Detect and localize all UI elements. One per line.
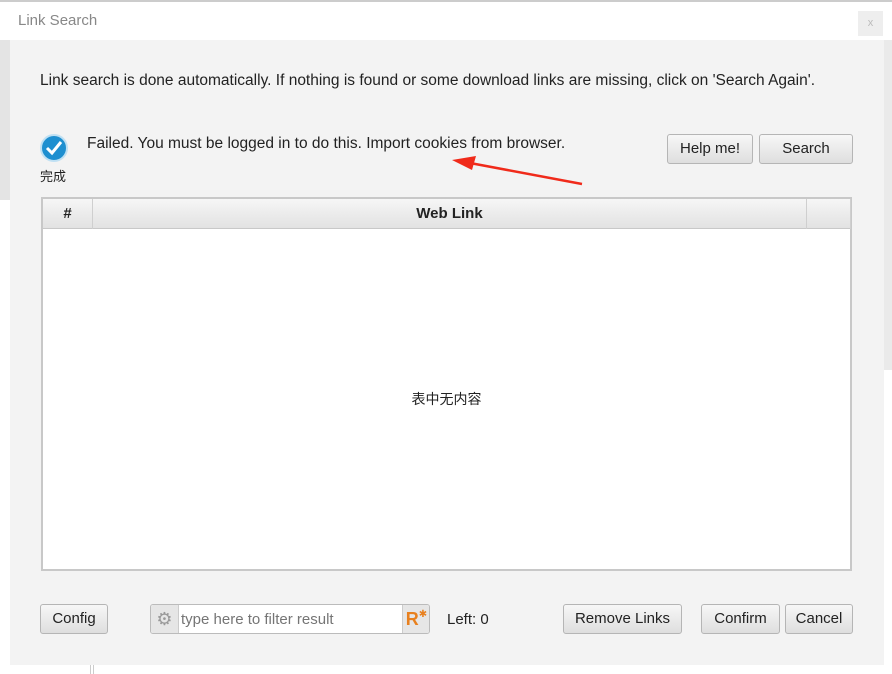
table-header: # Web Link xyxy=(43,199,851,229)
close-button[interactable]: x xyxy=(858,11,883,36)
gear-icon[interactable]: ⚙ xyxy=(151,605,179,633)
top-border xyxy=(0,0,892,2)
red-arrow-annotation xyxy=(452,156,583,186)
left-count: Left: 0 xyxy=(447,611,489,628)
confirm-button[interactable]: Confirm xyxy=(701,604,780,634)
column-web-link[interactable]: Web Link xyxy=(93,199,807,229)
filter-input[interactable] xyxy=(181,607,401,631)
links-table: # Web Link 表中无内容 xyxy=(41,197,852,571)
window-title: Link Search xyxy=(18,12,98,29)
background-window xyxy=(0,40,10,200)
search-button[interactable]: Search xyxy=(759,134,853,164)
status-icon-label: 完成 xyxy=(40,169,67,184)
check-circle-icon xyxy=(40,134,68,162)
regex-icon[interactable]: R✱ xyxy=(402,605,429,633)
cancel-button[interactable]: Cancel xyxy=(785,604,853,634)
column-extra[interactable] xyxy=(807,199,851,229)
column-number[interactable]: # xyxy=(43,199,93,229)
remove-links-button[interactable]: Remove Links xyxy=(563,604,682,634)
intro-text: Link search is done automatically. If no… xyxy=(40,72,816,89)
background-divider xyxy=(90,665,94,674)
help-button[interactable]: Help me! xyxy=(667,134,753,164)
empty-table-text: 表中无内容 xyxy=(411,391,482,407)
background-window-right xyxy=(884,40,892,370)
config-button[interactable]: Config xyxy=(40,604,108,634)
filter-box: ⚙ R✱ xyxy=(150,604,430,634)
